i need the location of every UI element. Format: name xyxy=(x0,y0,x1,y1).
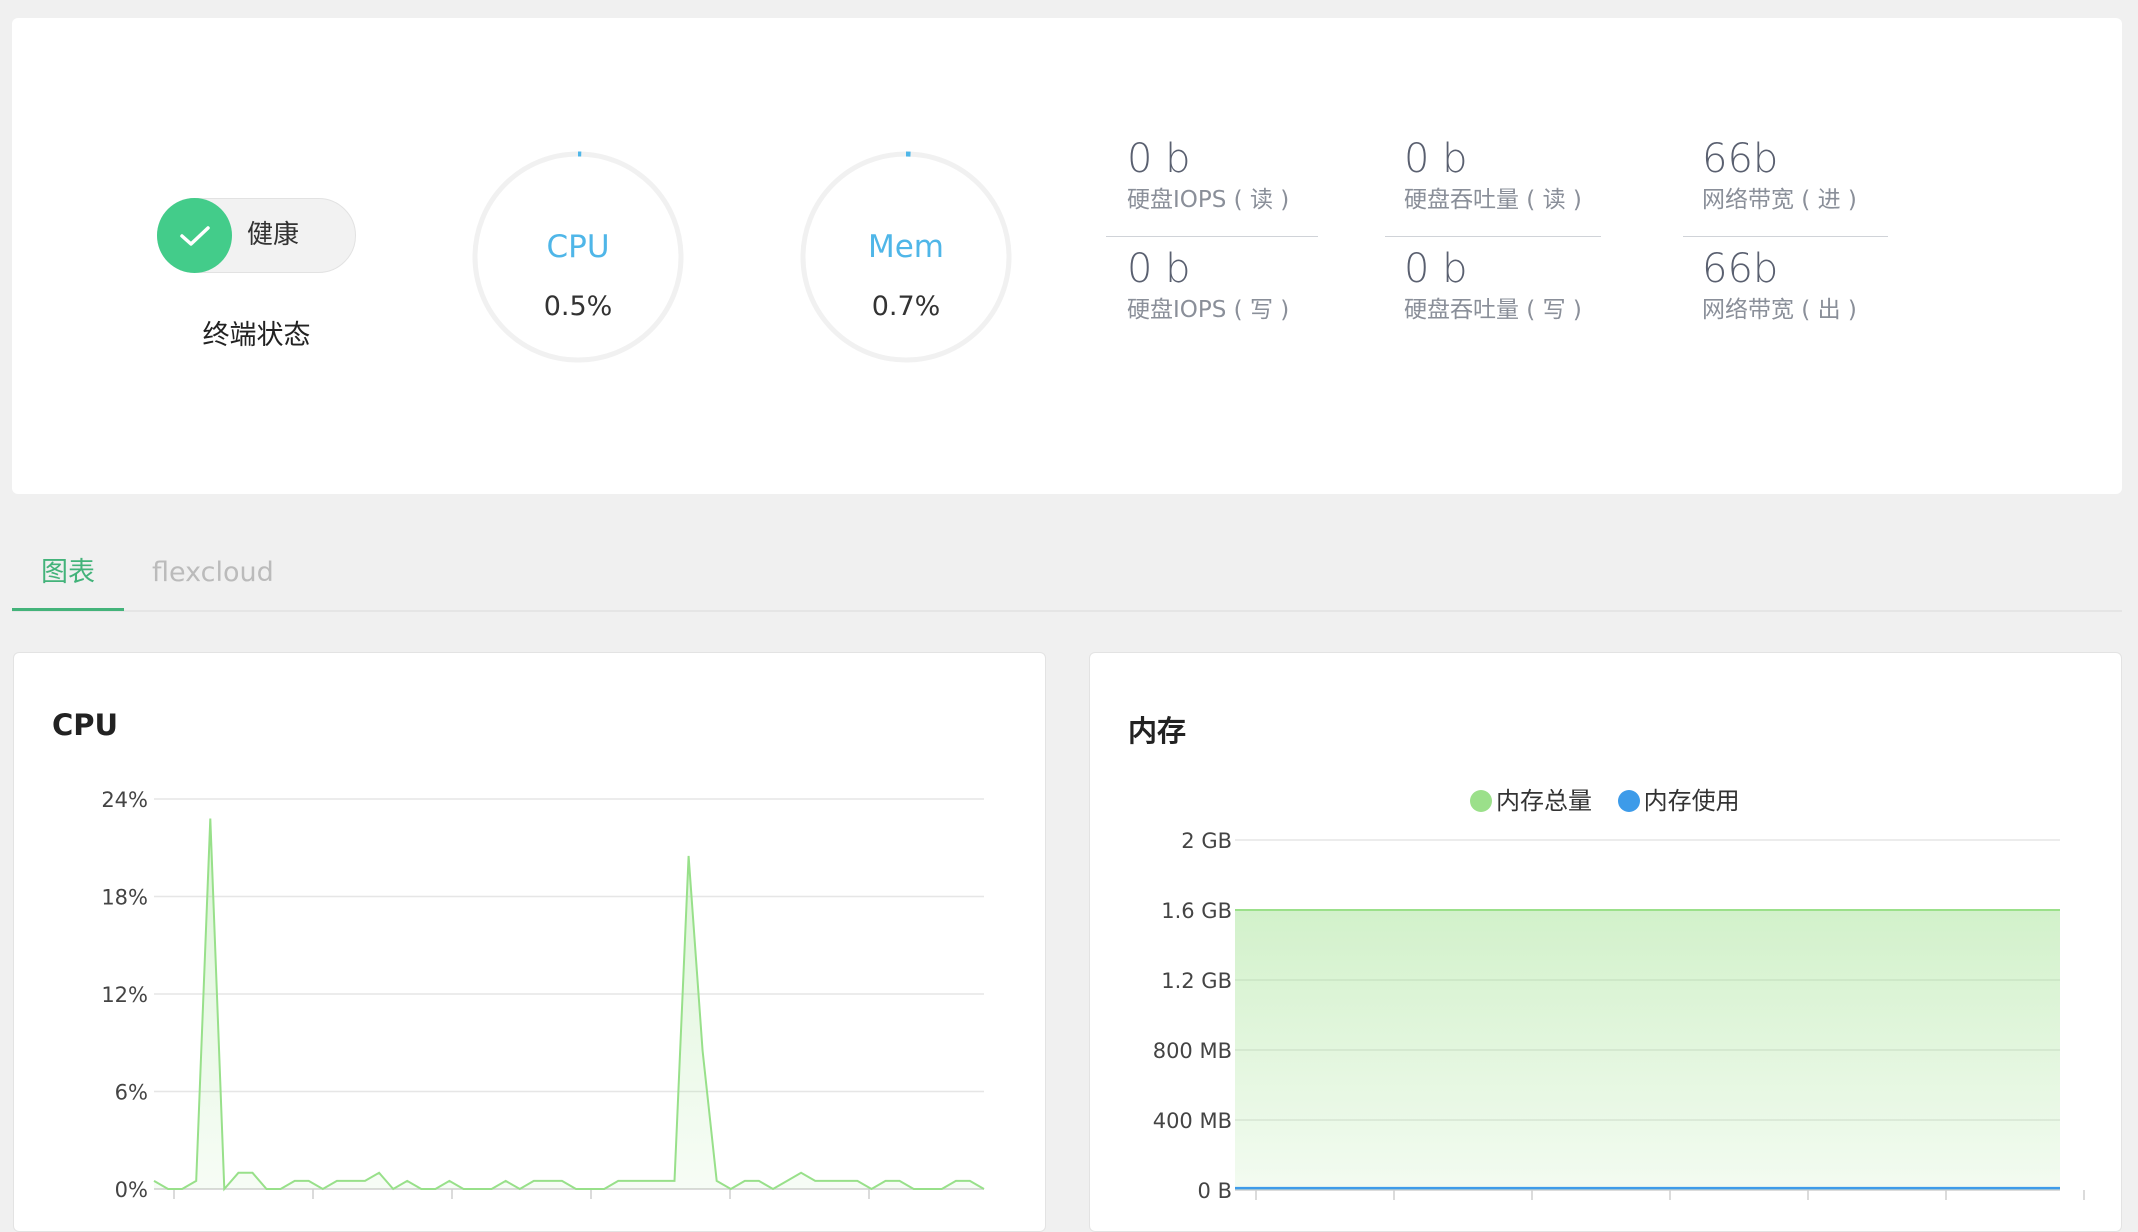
divider xyxy=(1683,236,1888,237)
cpu-chart: 0% 6% 12% 18% 24% xyxy=(101,788,985,1202)
mem-gauge: Mem 0.7% xyxy=(800,151,1012,363)
cpu-line xyxy=(153,818,985,1192)
tab-flexcloud[interactable]: flexcloud xyxy=(152,537,274,608)
health-label: 健康 xyxy=(247,220,300,250)
y-tick-label: 400 MB xyxy=(1153,1109,1232,1133)
metric-value: 66b xyxy=(1702,136,1779,182)
y-tick-label: 0% xyxy=(115,1178,148,1202)
network-bandwidth-in: 66b 网络带宽 ( 进 ) xyxy=(1702,135,1912,215)
mem-gauge-value: 0.7% xyxy=(871,291,941,322)
cpu-area xyxy=(154,818,984,1189)
metric-value: 0 b xyxy=(1127,136,1191,182)
y-tick-label: 12% xyxy=(101,983,148,1007)
metric-value: 66b xyxy=(1702,246,1779,292)
metric-label: 网络带宽 ( 出 ) xyxy=(1702,297,1857,323)
tab-chart[interactable]: 图表 xyxy=(12,537,124,611)
health-toggle[interactable]: 健康 xyxy=(157,198,356,273)
cpu-chart-card: CPU 0% 6% 12% 18% 24% xyxy=(13,652,1046,1232)
cpu-gauge-label: CPU xyxy=(546,229,610,265)
y-tick-label: 1.2 GB xyxy=(1161,969,1232,993)
divider xyxy=(1385,236,1601,237)
mem-total-area xyxy=(1235,910,2060,1190)
y-tick-label: 2 GB xyxy=(1181,829,1232,853)
disk-throughput-write: 0 b 硬盘吞吐量 ( 写 ) xyxy=(1404,245,1614,325)
metric-value: 0 b xyxy=(1127,246,1191,292)
mem-gauge-label: Mem xyxy=(867,229,945,265)
terminal-status-label: 终端状态 xyxy=(202,320,311,351)
y-tick-label: 800 MB xyxy=(1153,1039,1232,1063)
metric-label: 硬盘IOPS ( 读 ) xyxy=(1127,187,1290,213)
metric-label: 硬盘吞吐量 ( 读 ) xyxy=(1404,187,1582,213)
cpu-gauge: CPU 0.5% xyxy=(472,151,684,363)
disk-iops-read: 0 b 硬盘IOPS ( 读 ) xyxy=(1127,135,1337,215)
metric-label: 硬盘IOPS ( 写 ) xyxy=(1127,297,1290,323)
network-bandwidth-out: 66b 网络带宽 ( 出 ) xyxy=(1702,245,1912,325)
y-tick-label: 0 B xyxy=(1198,1179,1232,1203)
metric-value: 0 b xyxy=(1404,136,1468,182)
y-tick-label: 6% xyxy=(115,1081,148,1105)
metric-label: 硬盘吞吐量 ( 写 ) xyxy=(1404,297,1582,323)
mem-chart: 0 B 400 MB 800 MB 1.2 GB 1.6 GB 2 GB xyxy=(1153,829,2085,1203)
metric-label: 网络带宽 ( 进 ) xyxy=(1702,187,1857,213)
divider xyxy=(1106,236,1318,237)
y-tick-label: 1.6 GB xyxy=(1161,899,1232,923)
y-tick-label: 24% xyxy=(101,788,148,812)
cpu-gauge-value: 0.5% xyxy=(543,291,613,322)
health-check-icon xyxy=(157,198,232,273)
disk-throughput-read: 0 b 硬盘吞吐量 ( 读 ) xyxy=(1404,135,1614,215)
tab-bar: 图表 flexcloud xyxy=(12,537,2122,612)
summary-card: 健康 终端状态 CPU 0.5% Mem 0.7% 0 b 硬盘IOPS ( 读… xyxy=(12,18,2122,494)
metric-value: 0 b xyxy=(1404,246,1468,292)
y-tick-label: 18% xyxy=(101,886,148,910)
disk-iops-write: 0 b 硬盘IOPS ( 写 ) xyxy=(1127,245,1337,325)
mem-chart-card: 内存 内存总量 内存使用 0 B 400 MB 800 MB 1.2 GB 1.6 GB… xyxy=(1089,652,2122,1232)
